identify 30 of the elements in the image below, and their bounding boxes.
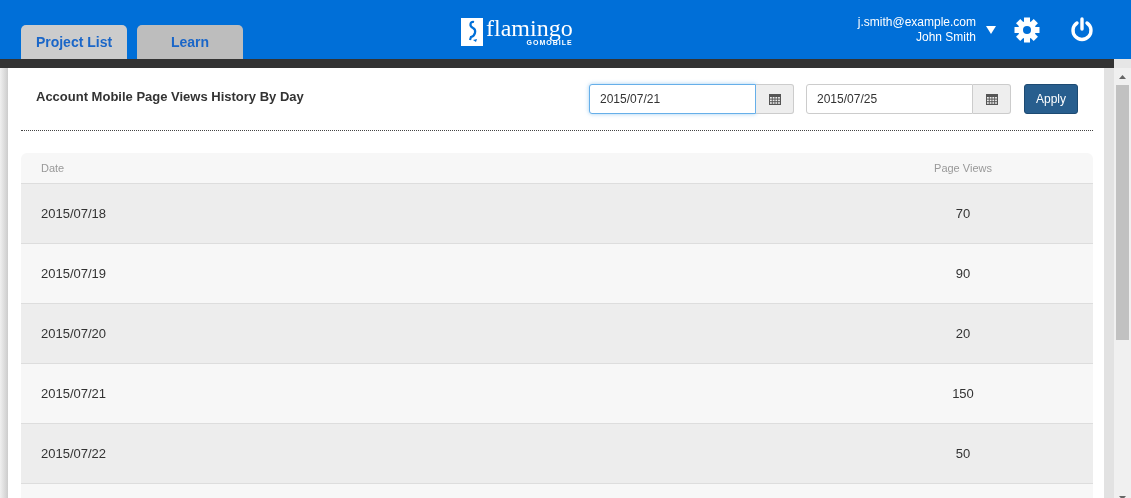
power-icon[interactable] — [1070, 16, 1094, 43]
apply-button[interactable]: Apply — [1024, 84, 1078, 114]
scroll-up-icon[interactable] — [1119, 75, 1126, 79]
scrollbar[interactable] — [1114, 68, 1131, 498]
table-cell-text: 50 — [954, 446, 972, 461]
table-cell-text: 20 — [954, 326, 972, 341]
table-cell-text: 2015/07/19 — [41, 266, 108, 281]
scroll-down-icon[interactable] — [1119, 496, 1126, 498]
tab[interactable]: Project List — [21, 25, 127, 59]
column-header[interactable]: Date — [41, 162, 918, 174]
table-cell-text: 2015/07/22 — [41, 446, 108, 461]
calendar-icon[interactable] — [756, 84, 794, 114]
table-cell-text: 2015/07/21 — [41, 386, 108, 401]
settings-icon[interactable] — [1014, 16, 1040, 43]
table-cell-text: 70 — [954, 206, 972, 221]
table-cell-text: 2015/07/20 — [41, 326, 108, 341]
date-field[interactable]: 2015/07/21 — [589, 84, 756, 114]
table-cell-text: 2015/07/18 — [41, 206, 108, 221]
table-cell-text: 90 — [954, 266, 972, 281]
tab[interactable]: Learn — [137, 25, 243, 59]
dropdown-caret-icon[interactable] — [986, 25, 996, 34]
user-email[interactable]: j.smith@example.com — [857, 14, 976, 30]
report-title: Account Mobile Page Views History By Day — [36, 88, 305, 104]
flamingo-icon — [461, 17, 483, 46]
calendar-icon[interactable] — [973, 84, 1011, 114]
user-name[interactable]: John Smith — [857, 29, 976, 45]
column-header[interactable]: Page Views — [918, 162, 1008, 174]
date-field[interactable]: 2015/07/25 — [806, 84, 973, 114]
table-cell-text: 150 — [951, 386, 975, 401]
logo-name: flamingo — [486, 17, 573, 39]
